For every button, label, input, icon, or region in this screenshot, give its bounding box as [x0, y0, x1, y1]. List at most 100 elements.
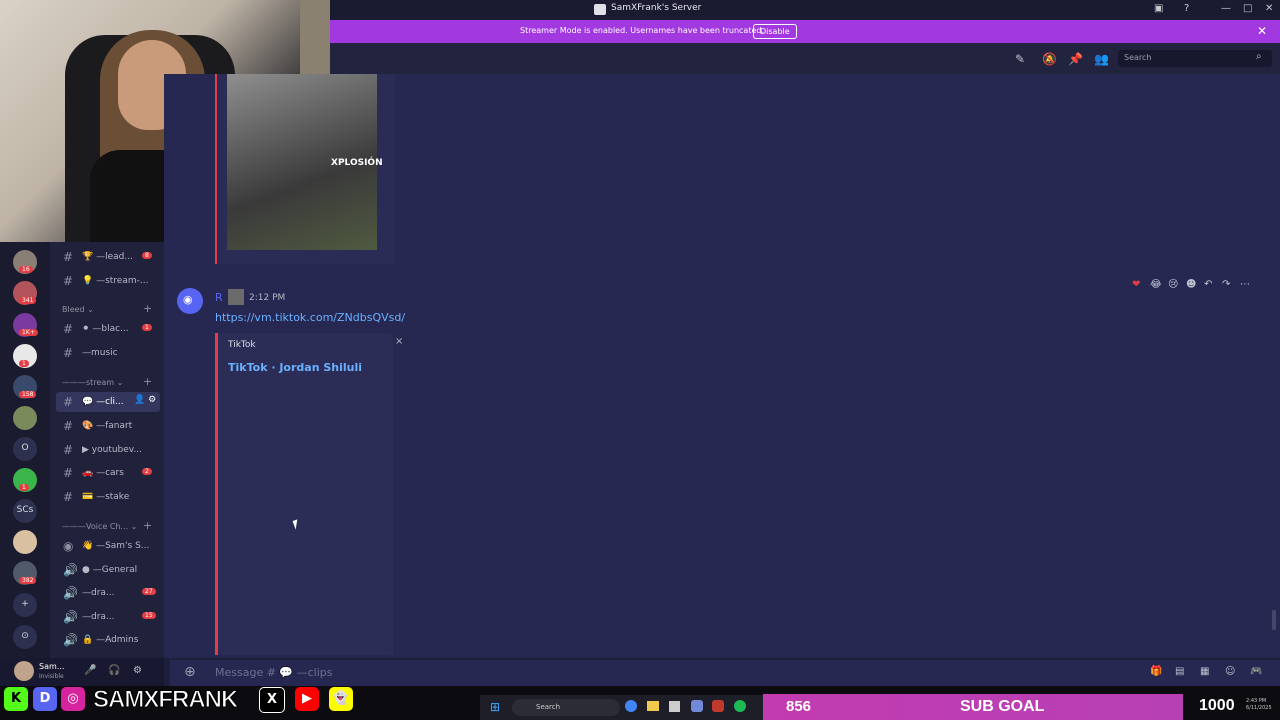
message-action-icon[interactable]: ❤: [1132, 279, 1140, 290]
server-notification-badge: 341: [19, 297, 37, 304]
message-action-icon[interactable]: ↷: [1222, 279, 1230, 290]
add-channel-icon[interactable]: +: [143, 375, 152, 388]
server-icon[interactable]: 382: [13, 561, 37, 585]
message-action-icon[interactable]: ↶: [1204, 279, 1212, 290]
server-icon[interactable]: +: [13, 593, 37, 617]
channel-settings-icon[interactable]: 👤 ⚙: [134, 395, 156, 405]
user-avatar[interactable]: [14, 661, 34, 681]
channel-item[interactable]: 🔊 🔒 —Admins: [56, 630, 160, 650]
x-twitter-icon: X: [259, 687, 285, 713]
channel-name: 💳 —stake: [82, 492, 130, 502]
message-action-icon[interactable]: 😢: [1168, 279, 1178, 290]
message-action-icon[interactable]: 😂: [1150, 279, 1162, 290]
minimize-button[interactable]: —: [1221, 3, 1231, 14]
server-icon[interactable]: 1: [13, 344, 37, 368]
close-banner-icon[interactable]: ✕: [1257, 24, 1267, 38]
taskbar-clock: 2:43 PM 6/11/2025: [1246, 698, 1272, 712]
message-input[interactable]: ⊕ Message # 💬 —clips 🎁 ▤ ▦ ☺ 🎮: [170, 660, 1280, 686]
mute-icon[interactable]: 🔕: [1042, 52, 1057, 66]
channel-item[interactable]: # 💡 —stream-...: [56, 271, 160, 291]
channel-item[interactable]: ◉ 👋 —Sam's S...: [56, 536, 160, 556]
emoji-icon[interactable]: ☺: [1225, 666, 1235, 677]
embed-image[interactable]: XPLOSIÓN: [227, 74, 383, 250]
headphones-icon[interactable]: 🎧: [108, 665, 120, 676]
channel-type-icon: 🔊: [63, 633, 78, 647]
channel-item[interactable]: # 💳 —stake: [56, 487, 160, 507]
channel-item[interactable]: # 🏆 —lead... 8: [56, 247, 160, 267]
server-icon[interactable]: 1K+: [13, 313, 38, 337]
close-window-button[interactable]: ✕: [1265, 3, 1273, 14]
embed-accent-bar: [215, 74, 217, 264]
app-icon[interactable]: [691, 700, 703, 712]
gif-icon[interactable]: ▤: [1175, 666, 1184, 677]
channel-item[interactable]: # ▶ youtubev...: [56, 440, 160, 460]
message-action-icon[interactable]: ☻: [1186, 279, 1196, 290]
channel-type-icon: 🔊: [63, 610, 78, 624]
embed-provider[interactable]: TikTok: [228, 340, 256, 350]
server-icon[interactable]: 1: [13, 468, 37, 492]
message-link[interactable]: https://vm.tiktok.com/ZNdbsQVsd/: [215, 311, 405, 324]
channel-item[interactable]: # 🚗 —cars 2: [56, 463, 160, 483]
embed-title[interactable]: TikTok · Jordan Shiluli: [228, 361, 362, 374]
channel-item[interactable]: # ⚫ —blac... 1: [56, 319, 160, 339]
server-icon[interactable]: ⊙: [13, 625, 37, 649]
maximize-button[interactable]: □: [1243, 3, 1252, 14]
settings-gear-icon[interactable]: ⚙: [133, 665, 142, 676]
search-input[interactable]: Search ⌕: [1118, 50, 1272, 67]
microphone-icon[interactable]: 🎤: [84, 665, 96, 676]
server-icon[interactable]: SCs: [13, 499, 37, 523]
server-icon[interactable]: [13, 530, 37, 554]
channel-type-icon: #: [63, 466, 74, 480]
server-icon[interactable]: 158: [13, 375, 37, 399]
spotify-icon[interactable]: [734, 700, 746, 712]
add-channel-icon[interactable]: +: [143, 519, 152, 532]
remove-embed-icon[interactable]: ×: [395, 336, 403, 347]
channel-category[interactable]: Bleed ⌄: [62, 305, 94, 314]
inbox-icon[interactable]: ▣: [1154, 3, 1163, 14]
channel-name: ⚫ —blac...: [82, 324, 129, 334]
user-name[interactable]: Sam...: [39, 662, 64, 671]
channel-item[interactable]: # 🎨 —fanart: [56, 416, 160, 436]
activities-icon[interactable]: 🎮: [1250, 666, 1262, 677]
author-name[interactable]: R: [215, 291, 223, 304]
gift-icon[interactable]: 🎁: [1150, 666, 1162, 677]
channel-type-icon: #: [63, 490, 74, 504]
brand-name: SAMXFRANK: [92, 686, 238, 714]
sub-goal-label: SUB GOAL: [960, 698, 1045, 715]
server-label: +: [21, 599, 29, 609]
channel-type-icon: ◉: [63, 539, 74, 553]
channel-item[interactable]: 🔊 ● —General: [56, 560, 160, 580]
taskbar-search[interactable]: Search: [512, 699, 620, 716]
channel-category[interactable]: ———stream ⌄: [62, 378, 123, 387]
sticker-icon[interactable]: ▦: [1200, 666, 1209, 677]
sub-goal-bar: 856 SUB GOAL: [763, 694, 1183, 720]
server-icon[interactable]: O: [13, 437, 37, 461]
store-icon[interactable]: [669, 701, 680, 712]
author-avatar[interactable]: ◉: [177, 288, 203, 314]
help-icon[interactable]: ?: [1184, 3, 1189, 14]
search-icon: ⌕: [1256, 51, 1262, 62]
obs-icon[interactable]: [712, 700, 724, 712]
server-icon[interactable]: 16: [13, 250, 37, 274]
folder-icon[interactable]: [647, 701, 659, 711]
pin-icon[interactable]: 📌: [1068, 52, 1083, 66]
threads-icon[interactable]: ✎: [1015, 52, 1025, 66]
channel-item[interactable]: # —music: [56, 343, 160, 363]
server-icon[interactable]: [13, 406, 37, 430]
channel-category[interactable]: ———Voice Ch... ⌄: [62, 522, 137, 531]
channel-name: 💬 —cli...: [82, 397, 124, 407]
add-channel-icon[interactable]: +: [143, 302, 152, 315]
scrollbar[interactable]: [1272, 610, 1276, 630]
members-icon[interactable]: 👥: [1094, 52, 1109, 66]
channel-item[interactable]: 🔊 —dra... 27: [56, 583, 160, 603]
channel-item[interactable]: # 💬 —cli... 👤 ⚙: [56, 392, 160, 412]
message-action-icon[interactable]: ⋯: [1240, 279, 1250, 290]
server-label: ⊙: [21, 631, 29, 641]
server-icon[interactable]: 341: [13, 281, 37, 305]
channel-item[interactable]: 🔊 —dra... 15: [56, 607, 160, 627]
discord-logo-icon: ◉: [183, 293, 193, 306]
browser-icon[interactable]: [625, 700, 637, 712]
attach-plus-icon[interactable]: ⊕: [184, 664, 196, 680]
disable-streamer-mode-button[interactable]: Disable: [753, 24, 797, 39]
windows-start-icon[interactable]: ⊞: [490, 700, 500, 714]
